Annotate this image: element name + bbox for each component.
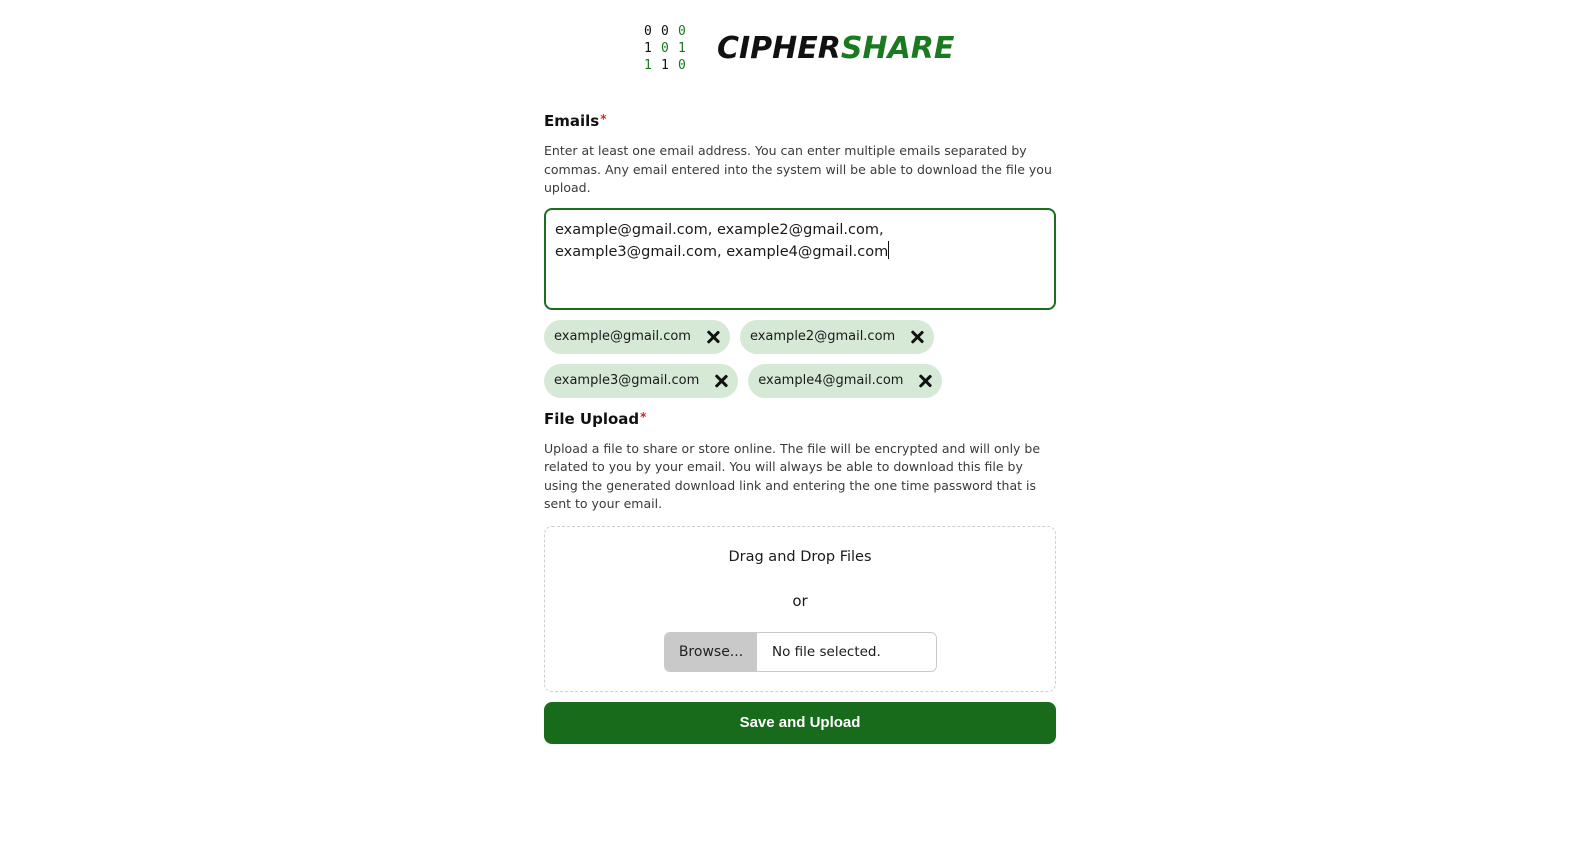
- remove-email-icon[interactable]: [918, 374, 932, 388]
- text-caret: [888, 241, 890, 259]
- email-chip-label: example4@gmail.com: [758, 373, 904, 388]
- email-chip: example@gmail.com: [544, 319, 730, 354]
- emails-help-text: Enter at least one email address. You ca…: [544, 143, 1052, 195]
- email-chip-list: example@gmail.com example2@gmail.com examp…: [544, 319, 964, 398]
- emails-label: Emails *: [544, 112, 1056, 130]
- file-upload-label-text: File Upload: [544, 409, 640, 428]
- file-upload-label: File Upload *: [544, 410, 1056, 428]
- remove-email-icon[interactable]: [706, 330, 720, 344]
- binary-digit: 0: [661, 41, 669, 56]
- file-upload-help-text: Upload a file to share or store online. …: [544, 440, 1041, 512]
- dropzone-title: Drag and Drop Files: [728, 548, 872, 565]
- binary-digit: 1: [644, 41, 652, 56]
- binary-digit: 0: [661, 24, 669, 39]
- emails-label-text: Emails: [544, 112, 600, 130]
- binary-logo-mark: 000101110: [644, 24, 695, 74]
- save-and-upload-button[interactable]: Save and Upload: [544, 701, 1056, 744]
- binary-digit: 0: [678, 24, 686, 39]
- emails-textarea[interactable]: example@gmail.com, example2@gmail.com, e…: [544, 207, 1056, 310]
- cipher-share-logo: 000101110 CIPHERSHARE: [644, 24, 954, 74]
- required-asterisk: *: [600, 112, 607, 126]
- email-chip: example2@gmail.com: [739, 319, 935, 354]
- email-chip: example4@gmail.com: [748, 363, 943, 398]
- brand-wordmark: CIPHERSHARE: [717, 34, 954, 64]
- share-form: Emails * Enter at least one email address…: [544, 112, 1056, 744]
- remove-email-icon[interactable]: [910, 330, 924, 344]
- browse-button[interactable]: Browse...: [665, 632, 757, 671]
- file-dropzone[interactable]: Drag and Drop Files or Browse... No file…: [544, 525, 1056, 692]
- file-input[interactable]: Browse... No file selected.: [664, 631, 937, 672]
- binary-digit: 0: [678, 58, 686, 73]
- email-chip-label: example2@gmail.com: [749, 329, 896, 344]
- binary-digit: 0: [644, 24, 652, 39]
- email-chip: example3@gmail.com: [544, 363, 739, 398]
- binary-digit: 1: [678, 41, 686, 56]
- remove-email-icon[interactable]: [714, 374, 728, 388]
- file-status-text: No file selected.: [772, 643, 881, 660]
- brand-part-cipher: CIPHER: [717, 31, 841, 66]
- email-chip-label: example@gmail.com: [554, 329, 691, 344]
- binary-digit: 1: [661, 58, 669, 73]
- email-chip-label: example3@gmail.com: [554, 373, 700, 388]
- dropzone-or-text: or: [792, 591, 808, 610]
- emails-textarea-value: example@gmail.com, example2@gmail.com, e…: [555, 221, 889, 261]
- binary-digit: 1: [644, 58, 652, 73]
- required-asterisk: *: [640, 409, 647, 424]
- brand-part-share: SHARE: [840, 31, 955, 66]
